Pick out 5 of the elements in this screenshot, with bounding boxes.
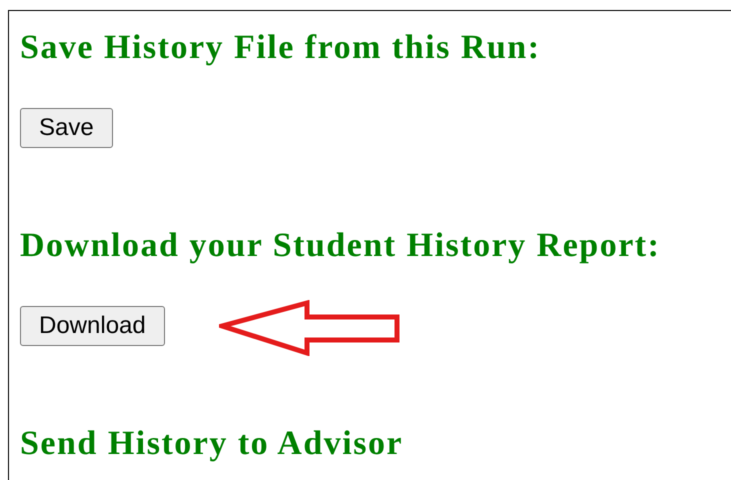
section-heading: Download your Student History Report: [20,228,662,264]
section-heading: Save History File from this Run: [20,30,542,66]
action-button[interactable]: Save [20,108,113,148]
section-heading: Send History to Advisor [20,426,404,462]
action-button[interactable]: Download [20,306,165,346]
